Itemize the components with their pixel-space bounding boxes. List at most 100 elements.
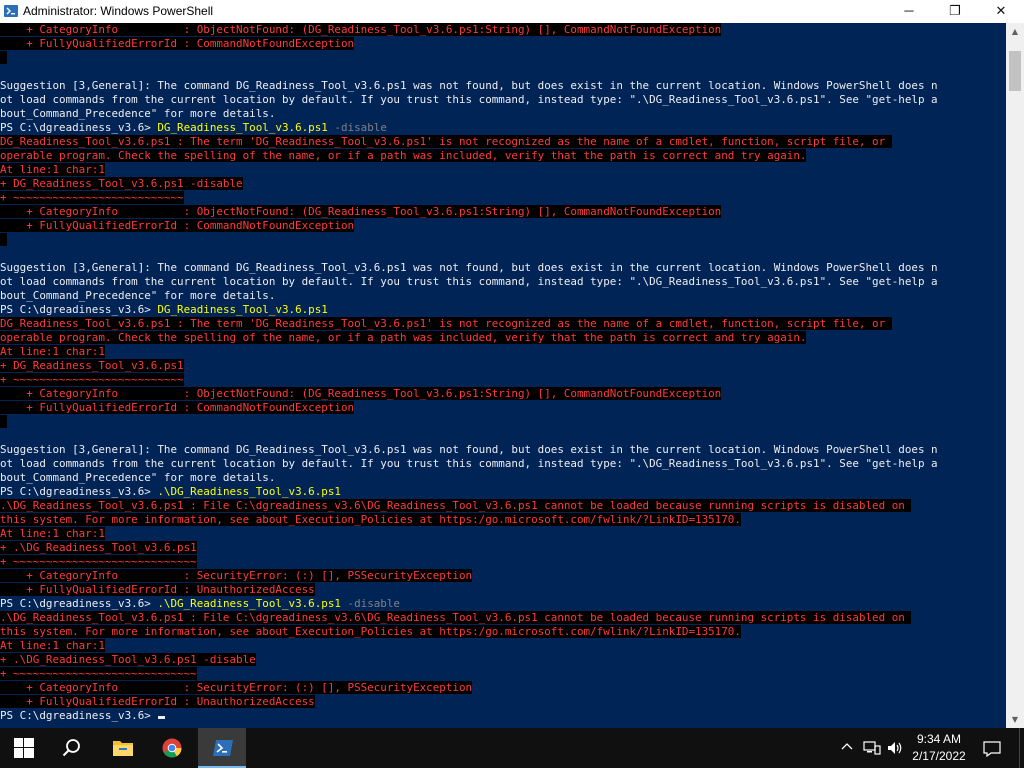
scroll-up-arrow-icon[interactable]: ▲	[1006, 23, 1024, 40]
scroll-down-arrow-icon[interactable]: ▼	[1006, 711, 1024, 728]
text-cursor	[158, 716, 166, 719]
console-error-text: DG_Readiness_Tool_v3.6.ps1 : The term 'D…	[0, 135, 892, 148]
console-line: + FullyQualifiedErrorId : CommandNotFoun…	[0, 401, 938, 415]
console-parameter-text: -disable	[327, 121, 387, 134]
console-output-text: ot load commands from the current locati…	[0, 93, 938, 106]
console-line: + CategoryInfo : ObjectNotFound: (DG_Rea…	[0, 387, 938, 401]
console-line: PS C:\dgreadiness_v3.6>	[0, 709, 938, 723]
console-error-text: + DG_Readiness_Tool_v3.6.ps1	[0, 359, 184, 372]
search-button[interactable]	[48, 728, 96, 768]
show-hidden-icons-button[interactable]	[838, 728, 856, 768]
console-line: ot load commands from the current locati…	[0, 457, 938, 471]
console-line: .\DG_Readiness_Tool_v3.6.ps1 : File C:\d…	[0, 611, 938, 625]
console-line: + CategoryInfo : ObjectNotFound: (DG_Rea…	[0, 23, 938, 37]
network-button[interactable]	[860, 728, 884, 768]
close-button[interactable]: ✕	[978, 0, 1024, 23]
console-line: Suggestion [3,General]: The command DG_R…	[0, 443, 938, 457]
console-error-text	[0, 415, 7, 428]
chrome-icon	[162, 738, 182, 758]
console-error-text: this system. For more information, see a…	[0, 513, 741, 526]
console-output-text: ot load commands from the current locati…	[0, 275, 938, 288]
console-error-text: + FullyQualifiedErrorId : CommandNotFoun…	[0, 401, 355, 414]
console-line: + ~~~~~~~~~~~~~~~~~~~~~~~~~~~~	[0, 555, 938, 569]
console-error-text: + CategoryInfo : SecurityError: (:) [], …	[0, 681, 473, 694]
window-titlebar[interactable]: Administrator: Windows PowerShell ─ ❐ ✕	[0, 0, 1024, 23]
console-command-text: .\DG_Readiness_Tool_v3.6.ps1	[157, 597, 341, 610]
search-icon	[62, 739, 80, 757]
console-line: DG_Readiness_Tool_v3.6.ps1 : The term 'D…	[0, 317, 938, 331]
console-line: operable program. Check the spelling of …	[0, 331, 938, 345]
console-error-text: + ~~~~~~~~~~~~~~~~~~~~~~~~~~~~	[0, 555, 197, 568]
console-output-text: PS C:\dgreadiness_v3.6>	[0, 709, 158, 722]
console-line: + FullyQualifiedErrorId : UnauthorizedAc…	[0, 583, 938, 597]
show-desktop-button[interactable]	[1019, 728, 1024, 768]
console-line: + ~~~~~~~~~~~~~~~~~~~~~~~~~~	[0, 191, 938, 205]
console-line: + CategoryInfo : SecurityError: (:) [], …	[0, 569, 938, 583]
console-line: PS C:\dgreadiness_v3.6> .\DG_Readiness_T…	[0, 597, 938, 611]
console-error-text	[0, 233, 7, 246]
scrollbar-thumb[interactable]	[1009, 51, 1021, 91]
console-output-text: bout_Command_Precedence" for more detail…	[0, 471, 276, 484]
console-line: At line:1 char:1	[0, 527, 938, 541]
console-error-text: + ~~~~~~~~~~~~~~~~~~~~~~~~~~	[0, 191, 184, 204]
console-line: this system. For more information, see a…	[0, 625, 938, 639]
console-line: At line:1 char:1	[0, 345, 938, 359]
maximize-button[interactable]: ❐	[932, 0, 978, 23]
console-command-text: DG_Readiness_Tool_v3.6.ps1	[157, 121, 328, 134]
console-output-text: PS C:\dgreadiness_v3.6>	[0, 303, 158, 316]
start-button[interactable]	[0, 728, 48, 768]
minimize-button[interactable]: ─	[886, 0, 932, 23]
console-error-text: + .\DG_Readiness_Tool_v3.6.ps1 -disable	[0, 653, 256, 666]
console-error-text: operable program. Check the spelling of …	[0, 149, 807, 162]
volume-icon	[888, 742, 902, 754]
clock[interactable]: 9:34 AM 2/17/2022	[908, 728, 970, 768]
console-output-text: PS C:\dgreadiness_v3.6>	[0, 597, 158, 610]
console-line	[0, 51, 938, 65]
console-error-text: At line:1 char:1	[0, 345, 105, 358]
console-error-text: + CategoryInfo : ObjectNotFound: (DG_Rea…	[0, 387, 722, 400]
console-error-text: operable program. Check the spelling of …	[0, 331, 807, 344]
console-error-text: + ~~~~~~~~~~~~~~~~~~~~~~~~~~~~	[0, 667, 197, 680]
console-line: bout_Command_Precedence" for more detail…	[0, 471, 938, 485]
console-line: + FullyQualifiedErrorId : CommandNotFoun…	[0, 37, 938, 51]
console-line: Suggestion [3,General]: The command DG_R…	[0, 261, 938, 275]
console-output[interactable]: + CategoryInfo : ObjectNotFound: (DG_Rea…	[0, 23, 1006, 728]
console-error-text: .\DG_Readiness_Tool_v3.6.ps1 : File C:\d…	[0, 499, 912, 512]
chrome-button[interactable]	[148, 728, 196, 768]
console-error-text: + ~~~~~~~~~~~~~~~~~~~~~~~~~~	[0, 373, 184, 386]
console-error-text: At line:1 char:1	[0, 639, 105, 652]
console-scrollbar[interactable]: ▲ ▼	[1006, 23, 1024, 728]
console-error-text: + CategoryInfo : SecurityError: (:) [], …	[0, 569, 473, 582]
console-error-text: + FullyQualifiedErrorId : UnauthorizedAc…	[0, 695, 315, 708]
console-line: + .\DG_Readiness_Tool_v3.6.ps1 -disable	[0, 653, 938, 667]
console-line: + ~~~~~~~~~~~~~~~~~~~~~~~~~~	[0, 373, 938, 387]
file-explorer-button[interactable]	[98, 728, 146, 768]
volume-button[interactable]	[884, 728, 906, 768]
console-line: bout_Command_Precedence" for more detail…	[0, 107, 938, 121]
console-line: + DG_Readiness_Tool_v3.6.ps1 -disable	[0, 177, 938, 191]
console-error-text: + CategoryInfo : ObjectNotFound: (DG_Rea…	[0, 205, 722, 218]
console-line: PS C:\dgreadiness_v3.6> DG_Readiness_Too…	[0, 121, 938, 135]
console-error-text: DG_Readiness_Tool_v3.6.ps1 : The term 'D…	[0, 317, 892, 330]
console-error-text: + FullyQualifiedErrorId : CommandNotFoun…	[0, 219, 355, 232]
console-command-text: DG_Readiness_Tool_v3.6.ps1	[157, 303, 328, 316]
network-icon	[863, 741, 881, 755]
console-error-text: + FullyQualifiedErrorId : CommandNotFoun…	[0, 37, 355, 50]
console-line: DG_Readiness_Tool_v3.6.ps1 : The term 'D…	[0, 135, 938, 149]
console-error-text: At line:1 char:1	[0, 163, 105, 176]
console-output-text: PS C:\dgreadiness_v3.6>	[0, 121, 158, 134]
action-center-button[interactable]	[976, 728, 1008, 768]
console-output-text: PS C:\dgreadiness_v3.6>	[0, 485, 158, 498]
console-line: At line:1 char:1	[0, 163, 938, 177]
console-line: + DG_Readiness_Tool_v3.6.ps1	[0, 359, 938, 373]
console-output-text: bout_Command_Precedence" for more detail…	[0, 107, 276, 120]
console-line: + FullyQualifiedErrorId : CommandNotFoun…	[0, 219, 938, 233]
console-error-text: this system. For more information, see a…	[0, 625, 741, 638]
window-title: Administrator: Windows PowerShell	[23, 4, 214, 18]
console-lines: + CategoryInfo : ObjectNotFound: (DG_Rea…	[0, 23, 938, 723]
console-line: + ~~~~~~~~~~~~~~~~~~~~~~~~~~~~	[0, 667, 938, 681]
console-output-text: ot load commands from the current locati…	[0, 457, 938, 470]
powershell-taskbar-button[interactable]	[198, 728, 246, 768]
console-line	[0, 415, 938, 429]
